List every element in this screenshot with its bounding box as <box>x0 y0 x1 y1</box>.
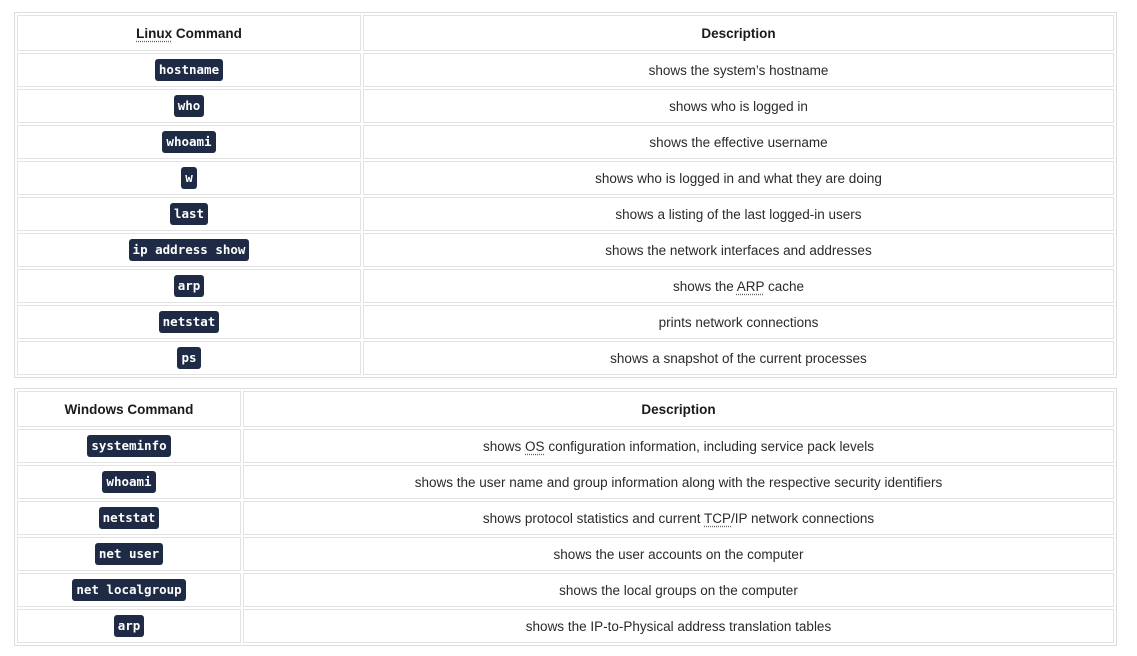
description-cell: prints network connections <box>363 305 1114 339</box>
description-text: shows the ARP cache <box>672 278 805 294</box>
command-cell: systeminfo <box>17 429 241 463</box>
description-cell: shows the effective username <box>363 125 1114 159</box>
command-cell: hostname <box>17 53 361 87</box>
description-text: shows who is logged in and what they are… <box>595 170 882 186</box>
description-text: shows OS configuration information, incl… <box>483 438 874 454</box>
description-cell: shows the IP-to-Physical address transla… <box>243 609 1114 643</box>
description-cell: shows the user name and group informatio… <box>243 465 1114 499</box>
description-cell: shows the system’s hostname <box>363 53 1114 87</box>
command-cell: whoami <box>17 465 241 499</box>
abbreviation: Linux <box>136 25 173 41</box>
command-code: net localgroup <box>72 579 186 601</box>
description-cell: shows the ARP cache <box>363 269 1114 303</box>
description-cell: shows the local groups on the computer <box>243 573 1114 607</box>
abbreviation: TCP <box>704 510 731 526</box>
command-code: ps <box>177 347 201 369</box>
command-code: hostname <box>154 59 224 81</box>
description-cell: shows a listing of the last logged-in us… <box>363 197 1114 231</box>
table-row: who shows who is logged in <box>17 89 1114 123</box>
abbreviation: OS <box>525 438 545 454</box>
table-row: whoami shows the user name and group inf… <box>17 465 1114 499</box>
windows-commands-table: Windows Command Description systeminfo s… <box>14 388 1117 646</box>
table-row: systeminfo shows OS configuration inform… <box>17 429 1114 463</box>
command-code: ip address show <box>128 239 250 261</box>
table-row: last shows a listing of the last logged-… <box>17 197 1114 231</box>
description-text: shows who is logged in <box>669 98 808 114</box>
command-code: net user <box>94 543 164 565</box>
windows-command-header: Windows Command <box>17 391 241 427</box>
table-row: arp shows the IP-to-Physical address tra… <box>17 609 1114 643</box>
command-cell: arp <box>17 609 241 643</box>
table-row: net localgroup shows the local groups on… <box>17 573 1114 607</box>
description-text: shows protocol statistics and current TC… <box>482 510 875 526</box>
command-cell: ip address show <box>17 233 361 267</box>
command-code: systeminfo <box>87 435 171 457</box>
table-row: w shows who is logged in and what they a… <box>17 161 1114 195</box>
description-cell: shows protocol statistics and current TC… <box>243 501 1114 535</box>
command-code: arp <box>173 275 205 297</box>
description-text: shows the network interfaces and address… <box>605 242 872 258</box>
description-cell: shows the user accounts on the computer <box>243 537 1114 571</box>
abbreviation: ARP <box>736 278 765 294</box>
description-cell: shows OS configuration information, incl… <box>243 429 1114 463</box>
table-header-row: Windows Command Description <box>17 391 1114 427</box>
table-row: ps shows a snapshot of the current proce… <box>17 341 1114 375</box>
command-code: who <box>173 95 205 117</box>
linux-command-header-label: Linux Command <box>136 25 242 41</box>
table-header-row: Linux Command Description <box>17 15 1114 51</box>
description-text: shows the local groups on the computer <box>559 582 798 598</box>
description-text: prints network connections <box>658 314 819 330</box>
content-area: Linux Command Description hostname shows… <box>14 12 1117 646</box>
linux-commands-table: Linux Command Description hostname shows… <box>14 12 1117 378</box>
command-cell: net localgroup <box>17 573 241 607</box>
description-text: shows the IP-to-Physical address transla… <box>525 618 832 634</box>
command-code: w <box>181 167 197 189</box>
command-cell: net user <box>17 537 241 571</box>
command-code: whoami <box>102 471 156 493</box>
description-header: Description <box>363 15 1114 51</box>
description-text: shows a snapshot of the current processe… <box>610 350 867 366</box>
description-header: Description <box>243 391 1114 427</box>
command-cell: ps <box>17 341 361 375</box>
command-cell: w <box>17 161 361 195</box>
command-code: last <box>169 203 209 225</box>
description-cell: shows who is logged in <box>363 89 1114 123</box>
description-text: shows the user accounts on the computer <box>553 546 804 562</box>
command-code: netstat <box>158 311 220 333</box>
description-header-label: Description <box>641 401 716 417</box>
table-row: net user shows the user accounts on the … <box>17 537 1114 571</box>
table-row: ip address show shows the network interf… <box>17 233 1114 267</box>
windows-command-header-label: Windows Command <box>64 401 194 417</box>
description-text: shows the user name and group informatio… <box>414 474 943 490</box>
command-code: netstat <box>98 507 160 529</box>
command-cell: netstat <box>17 305 361 339</box>
command-code: whoami <box>162 131 216 153</box>
description-text: shows a listing of the last logged-in us… <box>615 206 862 222</box>
command-cell: whoami <box>17 125 361 159</box>
table-row: whoami shows the effective username <box>17 125 1114 159</box>
description-cell: shows who is logged in and what they are… <box>363 161 1114 195</box>
description-text: shows the effective username <box>649 134 828 150</box>
command-cell: arp <box>17 269 361 303</box>
table-row: netstat prints network connections <box>17 305 1114 339</box>
linux-command-header: Linux Command <box>17 15 361 51</box>
description-header-label: Description <box>701 25 776 41</box>
table-row: hostname shows the system’s hostname <box>17 53 1114 87</box>
description-text: shows the system’s hostname <box>648 62 829 78</box>
description-cell: shows the network interfaces and address… <box>363 233 1114 267</box>
table-row: arp shows the ARP cache <box>17 269 1114 303</box>
table-row: netstat shows protocol statistics and cu… <box>17 501 1114 535</box>
command-cell: netstat <box>17 501 241 535</box>
command-code: arp <box>113 615 145 637</box>
command-cell: who <box>17 89 361 123</box>
description-cell: shows a snapshot of the current processe… <box>363 341 1114 375</box>
command-cell: last <box>17 197 361 231</box>
